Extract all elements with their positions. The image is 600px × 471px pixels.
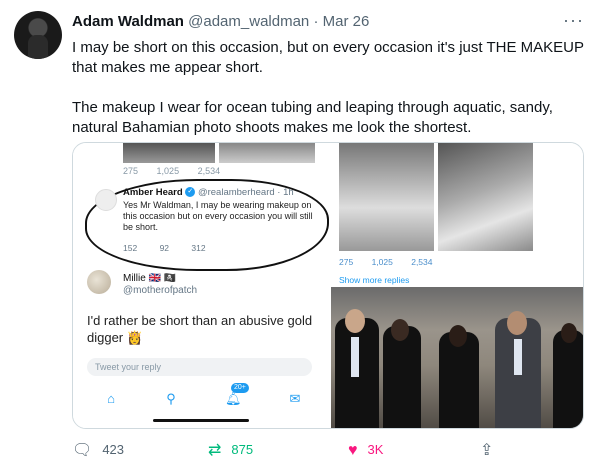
person-shirt <box>514 339 522 375</box>
reply-text: I'd rather be short than an abusive gold… <box>87 313 313 345</box>
tweet-action-bar: 🗨︎ 423 ⇄ 875 ♥ 3K ⇪ <box>72 440 584 460</box>
media-grid[interactable]: 275 1,025 2,534 Amber Heard ✓ @realamber… <box>72 142 584 429</box>
person-head <box>561 323 577 343</box>
reply-author-handle: @realamberheard · 1h <box>197 187 294 198</box>
person-figure <box>383 326 421 428</box>
reply-count: 152 <box>123 243 138 253</box>
avatar[interactable] <box>14 11 62 59</box>
reply-count: 423 <box>102 442 125 457</box>
photo-thumb <box>219 143 315 163</box>
home-icon: ⌂ <box>107 391 115 406</box>
reply-text: Yes Mr Waldman, I may be wearing makeup … <box>123 200 313 232</box>
share-button[interactable]: ⇪ <box>480 440 503 461</box>
person-head <box>449 325 467 347</box>
more-icon[interactable]: ··· <box>563 10 584 31</box>
person-head <box>507 311 527 335</box>
verified-icon: ✓ <box>185 187 196 198</box>
reply-author-handle: @motherofpatch <box>123 285 198 296</box>
person-shirt <box>351 337 359 377</box>
retweet-count: 1,025 <box>371 257 393 267</box>
tweet-text-line-1: I may be short on this occasion, but on … <box>72 39 584 76</box>
media-right-top-screenshot[interactable]: 275 1,025 2,534 Show more replies <box>331 143 583 288</box>
show-more-replies: Show more replies <box>339 275 410 285</box>
reply-action-row: 152 92 312 <box>123 243 226 253</box>
author-name[interactable]: Adam Waldman <box>72 13 184 30</box>
home-indicator <box>153 419 249 422</box>
like-count: 312 <box>191 243 206 253</box>
like-count: 3K <box>367 442 384 457</box>
tweet-text: I may be short on this occasion, but on … <box>72 38 584 138</box>
notifications-icon: 🔔︎ <box>225 391 242 406</box>
retweet-count: 92 <box>159 243 170 253</box>
like-count: 2,534 <box>197 166 221 176</box>
tweet-reply-field: Tweet your reply <box>87 358 312 376</box>
separator-dot: · <box>313 13 319 30</box>
person-head <box>391 319 409 341</box>
reply-header: Amber Heard ✓ @realamberheard · 1h <box>123 187 294 198</box>
retweet-button[interactable]: ⇄ 875 <box>208 440 253 461</box>
heart-icon: ♥ <box>348 441 358 459</box>
tweet-text-line-2: The makeup I wear for ocean tubing and l… <box>72 99 553 136</box>
person-head <box>345 309 365 333</box>
photo-thumb <box>339 143 434 251</box>
media-right-bottom-photo[interactable] <box>331 287 583 428</box>
tweet-date[interactable]: Mar 26 <box>323 13 370 30</box>
tweet-header: Adam Waldman @adam_waldman · Mar 26 <box>72 13 369 30</box>
notification-badge: 20+ <box>231 383 249 393</box>
reply-avatar <box>95 189 117 211</box>
reply-icon: 🗨︎ <box>72 441 93 459</box>
reply-count: 275 <box>339 257 354 267</box>
author-handle[interactable]: @adam_waldman <box>188 13 309 30</box>
like-count: 2,534 <box>411 257 433 267</box>
retweet-count: 1,025 <box>156 166 180 176</box>
retweet-count: 875 <box>231 442 254 457</box>
tweet[interactable]: Adam Waldman @adam_waldman · Mar 26 ··· … <box>0 0 600 471</box>
media-left-screenshot[interactable]: 275 1,025 2,534 Amber Heard ✓ @realamber… <box>73 143 329 428</box>
reply-author-name: Amber Heard <box>123 187 183 198</box>
photo-thumb <box>438 143 533 251</box>
action-row: 275 1,025 2,534 <box>339 257 449 267</box>
reply-count: 275 <box>123 166 139 176</box>
photo-thumb <box>123 143 215 163</box>
retweet-icon: ⇄ <box>208 441 222 459</box>
search-icon: ⚲ <box>166 391 176 406</box>
person-figure <box>553 330 583 428</box>
top-action-row: 275 1,025 2,534 <box>123 166 236 176</box>
reply-avatar <box>87 270 111 294</box>
like-button[interactable]: ♥ 3K <box>348 440 383 461</box>
reply-button[interactable]: 🗨︎ 423 <box>72 440 124 461</box>
mail-icon: ✉ <box>289 391 301 406</box>
share-icon: ⇪ <box>480 441 494 459</box>
reply-author-name: Millie 🇬🇧 🏴‍☠️ <box>123 273 177 284</box>
phone-tab-bar: ⌂ ⚲ 🔔︎ 20+ ✉ <box>73 383 329 423</box>
top-photos <box>123 143 323 163</box>
